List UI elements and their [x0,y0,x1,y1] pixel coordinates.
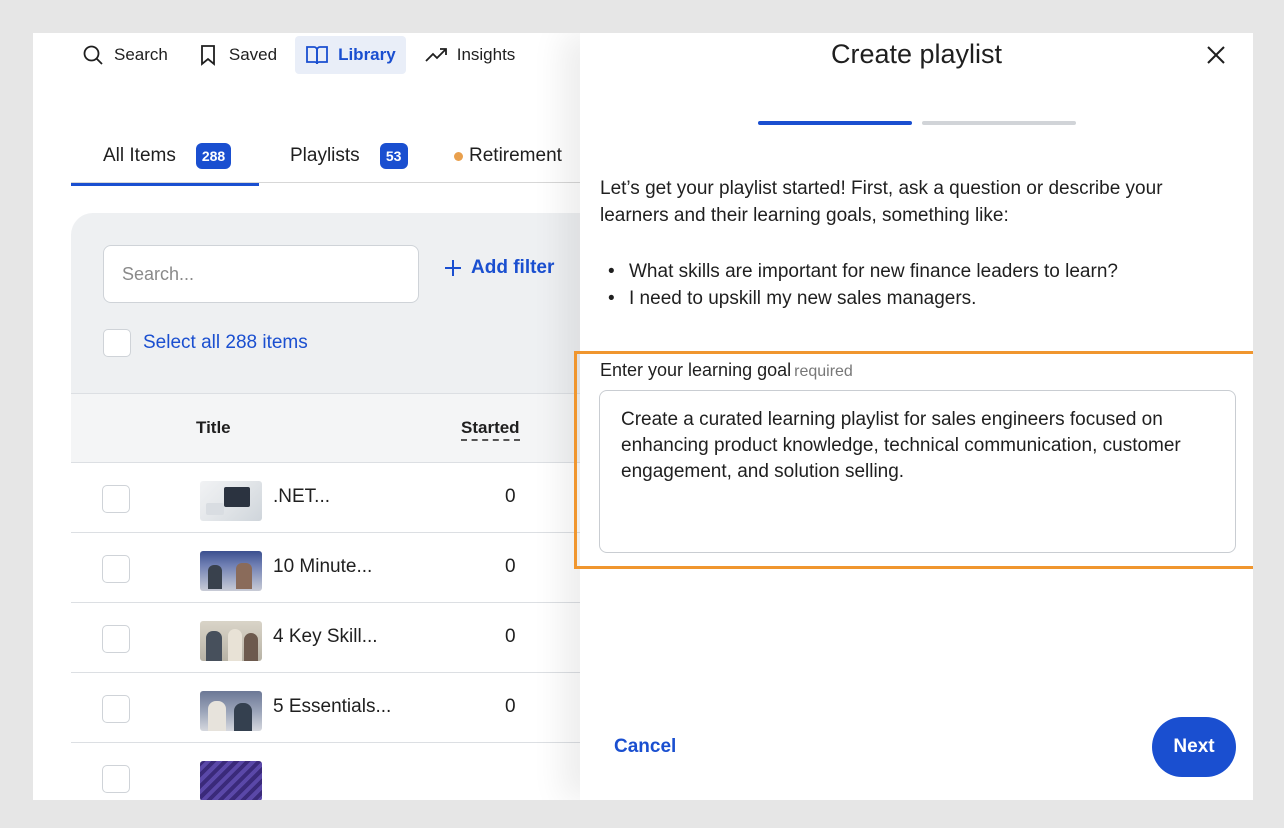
nav-search[interactable]: Search [71,36,178,74]
nav-insights-label: Insights [456,45,516,64]
library-page: Search Saved Library Insights All Items … [33,33,580,800]
row-title[interactable]: .NET... [273,486,330,508]
row-started: 0 [505,626,516,647]
row-checkbox[interactable] [102,555,130,583]
select-all-checkbox[interactable] [103,329,131,357]
row-checkbox[interactable] [102,625,130,653]
select-all[interactable]: Select all 288 items [103,329,308,357]
table-row[interactable]: 4 Key Skill... 0 [71,603,580,673]
create-playlist-dialog: Create playlist Let’s get your playlist … [574,33,1253,800]
nav-insights[interactable]: Insights [414,36,526,74]
library-tabs: All Items 288 Playlists 53 Retirement [71,129,580,186]
search-icon [83,45,103,65]
thumbnail-image [200,551,262,591]
thumbnail-image [200,621,262,661]
status-dot [454,151,463,161]
row-started: 0 [505,486,516,507]
row-started: 0 [505,696,516,717]
trending-up-icon [425,48,447,62]
library-search-input[interactable] [103,245,419,303]
plus-icon [445,260,461,276]
nav-saved-label: Saved [228,45,278,64]
app-frame: Search Saved Library Insights All Items … [33,33,1253,800]
thumbnail-image [200,691,262,731]
example-item: I need to upskill my new sales managers. [608,285,1118,312]
learning-goal-input[interactable]: Create a curated learning playlist for s… [599,390,1236,553]
row-title[interactable]: 4 Key Skill... [273,626,378,648]
row-checkbox[interactable] [102,765,130,793]
example-list: What skills are important for new financ… [608,258,1118,312]
learning-goal-label: Enter your learning goal required [600,360,853,381]
nav-search-label: Search [114,45,168,64]
thumbnail-image [200,761,262,800]
tab-playlists[interactable]: Playlists 53 [290,129,408,183]
thumbnail-image [200,481,262,521]
cancel-button[interactable]: Cancel [614,736,676,758]
bookmark-icon [200,45,215,66]
nav-saved[interactable]: Saved [186,36,287,74]
top-nav: Search Saved Library Insights [71,36,525,74]
tabs-divider [71,182,580,183]
table-row[interactable]: 10 Minute... 0 [71,533,580,603]
required-label: required [794,363,853,380]
dialog-title: Create playlist [830,39,1003,69]
column-header-started[interactable]: Started [461,418,520,441]
tab-all-items-count: 288 [195,143,232,169]
add-filter-button[interactable]: Add filter [443,257,554,279]
row-checkbox[interactable] [102,695,130,723]
progress-step-2 [922,121,1076,125]
column-header-title[interactable]: Title [196,418,231,438]
nav-library-label: Library [338,45,396,64]
learning-goal-label-text: Enter your learning goal [600,360,792,380]
book-icon [306,46,328,65]
table-header: Title Started [71,393,580,463]
table-row[interactable]: .NET... 0 [71,463,580,533]
example-item: What skills are important for new financ… [608,258,1118,285]
next-button[interactable]: Next [1152,717,1236,777]
row-started: 0 [505,556,516,577]
table-row[interactable] [71,743,580,800]
row-title[interactable]: 10 Minute... [273,556,372,578]
table-row[interactable]: 5 Essentials... 0 [71,673,580,743]
tab-all-items[interactable]: All Items 288 [71,129,259,186]
select-all-label: Select all 288 items [143,332,308,353]
dialog-intro-text: Let’s get your playlist started! First, … [600,178,1163,226]
library-panel: Add filter Select all 288 items Title St… [71,213,580,800]
close-icon[interactable] [1204,43,1228,67]
progress-step-1 [758,121,912,125]
tab-all-items-label: All Items [103,145,176,166]
row-title[interactable]: 5 Essentials... [273,696,391,718]
tab-playlists-label: Playlists [290,145,360,166]
library-table: Title Started .NET... 0 10 Minute... 0 4… [71,393,580,800]
tab-playlists-count: 53 [379,143,408,169]
add-filter-label: Add filter [471,257,555,278]
tab-retirement-label: Retirement [469,145,562,166]
row-checkbox[interactable] [102,485,130,513]
nav-library[interactable]: Library [295,36,406,74]
tab-retirement[interactable]: Retirement [454,129,562,183]
